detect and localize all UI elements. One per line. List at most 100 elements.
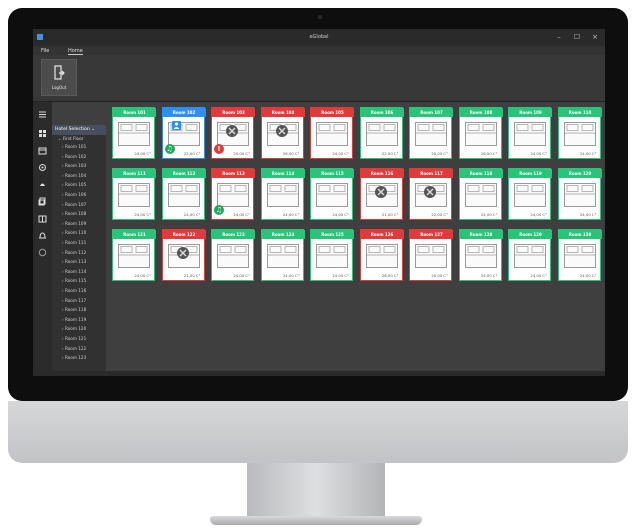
logout-button[interactable]: LogOut bbox=[41, 59, 77, 96]
room-card[interactable]: Room 119 24,00 C° bbox=[508, 168, 552, 220]
hotel-tree: Hotel Selection ⌄ ⌄ First Floor › Room 1… bbox=[52, 125, 106, 371]
tree-room-item[interactable]: › Room 106 bbox=[62, 192, 86, 197]
copy-icon[interactable] bbox=[37, 196, 48, 207]
room-card-title: Room 102 bbox=[162, 108, 206, 117]
room-temperature: 22,00 C° bbox=[431, 212, 448, 217]
room-card[interactable]: Room 103! 20,00 C° bbox=[211, 107, 255, 159]
room-card-title: Room 125 bbox=[311, 230, 354, 239]
tree-room-item[interactable]: › Room 123 bbox=[62, 355, 86, 360]
tree-room-item[interactable]: › Room 118 bbox=[62, 307, 86, 312]
room-card[interactable]: Room 130 24,00 C° bbox=[557, 229, 602, 281]
tree-room-label: Room 122 bbox=[65, 345, 87, 351]
maximize-button[interactable]: ☐ bbox=[571, 32, 583, 42]
service-icon[interactable] bbox=[37, 179, 48, 190]
room-card[interactable]: Room 115 24,00 C° bbox=[310, 168, 354, 220]
room-card[interactable]: Room 113 ♫ 24,00 C° bbox=[211, 168, 255, 220]
room-card[interactable]: Room 106 22,00 C° bbox=[359, 107, 404, 159]
camera-dot bbox=[318, 15, 322, 19]
room-card[interactable]: Room 117 22,00 C° bbox=[409, 168, 453, 220]
tree-room-item[interactable]: › Room 119 bbox=[62, 317, 86, 322]
tree-room-item[interactable]: › Room 110 bbox=[62, 230, 86, 235]
tree-room-item[interactable]: › Room 114 bbox=[62, 269, 86, 274]
tree-room-item[interactable]: › Room 105 bbox=[62, 182, 86, 187]
room-card[interactable]: Room 129 24,00 C° bbox=[508, 229, 552, 281]
bed-icon bbox=[316, 183, 348, 207]
tree-room-item[interactable]: › Room 116 bbox=[62, 288, 86, 293]
logs-icon[interactable] bbox=[37, 247, 48, 258]
tree-room-item[interactable]: › Room 111 bbox=[62, 240, 86, 245]
tree-room-item[interactable]: › Room 117 bbox=[62, 298, 86, 303]
room-temperature: 20,00 C° bbox=[431, 151, 448, 156]
room-card[interactable]: Room 126 26,00 C° bbox=[359, 229, 404, 281]
room-card[interactable]: Room 104 26,00 C° bbox=[260, 107, 305, 159]
tree-room-label: Room 120 bbox=[65, 326, 87, 332]
tree-room-item[interactable]: › Room 115 bbox=[62, 278, 86, 283]
room-card[interactable]: Room 121 24,00 C° bbox=[112, 229, 156, 281]
tree-floor[interactable]: ⌄ First Floor bbox=[58, 136, 83, 141]
room-card[interactable]: Room 111 24,00 C° bbox=[112, 168, 156, 220]
guest-icon bbox=[424, 186, 436, 198]
guest-icon bbox=[374, 186, 387, 198]
building-icon[interactable] bbox=[37, 213, 48, 224]
tree-room-item[interactable]: › Room 120 bbox=[62, 326, 86, 331]
bed-icon bbox=[514, 183, 546, 207]
tree-room-item[interactable]: › Room 108 bbox=[62, 211, 86, 216]
room-card[interactable]: Room 105 24,00 C° bbox=[310, 107, 354, 159]
room-card[interactable]: Room 107 20,00 C° bbox=[409, 107, 453, 159]
room-card[interactable]: Room 128 24,00 C° bbox=[458, 229, 503, 281]
menu-file[interactable]: File bbox=[41, 48, 49, 54]
room-card-title: Room 110 bbox=[558, 108, 602, 117]
room-card-title: Room 113 bbox=[212, 169, 255, 178]
tree-room-item[interactable]: › Room 113 bbox=[62, 259, 86, 264]
tree-room-label: Room 113 bbox=[65, 259, 87, 265]
bell-icon[interactable] bbox=[37, 230, 48, 241]
tree-room-item[interactable]: › Room 101 bbox=[62, 144, 86, 149]
close-button[interactable]: × bbox=[589, 32, 601, 42]
tree-room-item[interactable]: › Room 112 bbox=[62, 250, 86, 255]
tree-room-item[interactable]: › Room 104 bbox=[62, 173, 86, 178]
room-card[interactable]: Room 110 24,00 C° bbox=[557, 107, 602, 159]
bed-icon bbox=[514, 122, 546, 146]
tree-room-item[interactable]: › Room 102 bbox=[62, 154, 86, 159]
settings-icon[interactable] bbox=[37, 162, 48, 173]
tree-room-item[interactable]: › Room 107 bbox=[62, 202, 86, 207]
tree-room-item[interactable]: › Room 103 bbox=[62, 163, 86, 168]
bed-icon bbox=[217, 244, 249, 268]
room-card[interactable]: Room 108 26,00 C° bbox=[458, 107, 503, 159]
calendar-icon[interactable] bbox=[37, 145, 48, 156]
room-card[interactable]: Room 118 24,00 C° bbox=[458, 168, 503, 220]
room-card[interactable]: Room 102 ♫ 22,00 C° bbox=[161, 107, 206, 159]
tree-room-label: Room 101 bbox=[65, 144, 87, 149]
grid-icon[interactable] bbox=[37, 128, 48, 139]
menu-home[interactable]: Home bbox=[68, 48, 83, 55]
bed-icon bbox=[415, 244, 447, 268]
room-card[interactable]: Room 114 24,00 C° bbox=[260, 168, 305, 220]
tree-room-item[interactable]: › Room 109 bbox=[62, 221, 86, 226]
room-card[interactable]: Room 109 24,00 C° bbox=[508, 107, 552, 159]
menu-bar: File Home bbox=[33, 46, 605, 55]
tree-header[interactable]: Hotel Selection ⌄ bbox=[52, 125, 106, 135]
tree-room-label: Room 108 bbox=[65, 211, 87, 217]
room-temperature: 24,00 C° bbox=[480, 212, 498, 217]
room-card[interactable]: Room 125 24,00 C° bbox=[310, 229, 354, 281]
room-temperature: 24,00 C° bbox=[579, 151, 597, 156]
tree-room-label: Room 114 bbox=[65, 268, 87, 274]
room-card[interactable]: Room 123 24,00 C° bbox=[211, 229, 255, 281]
room-card[interactable]: Room 116 21,00 C° bbox=[359, 168, 404, 220]
room-card[interactable]: Room 112 24,00 C° bbox=[161, 168, 206, 220]
room-card[interactable]: Room 122 21,00 C° bbox=[161, 229, 206, 281]
room-card[interactable]: Room 120 24,00 C° bbox=[557, 168, 602, 220]
tree-room-label: Room 112 bbox=[65, 249, 87, 255]
room-card-title: Room 101 bbox=[113, 108, 156, 117]
room-card[interactable]: Room 101 24,00 C° bbox=[112, 107, 156, 159]
room-card[interactable]: Room 124 24,00 C° bbox=[260, 229, 305, 281]
room-card-title: Room 127 bbox=[410, 230, 453, 239]
room-temperature: 24,00 C° bbox=[480, 273, 498, 278]
room-card[interactable]: Room 127 20,00 C° bbox=[409, 229, 453, 281]
menu-icon[interactable] bbox=[37, 109, 48, 120]
tree-room-item[interactable]: › Room 121 bbox=[62, 336, 86, 341]
minimize-button[interactable]: – bbox=[553, 32, 565, 42]
room-temperature: 26,00 C° bbox=[381, 273, 399, 278]
bed-icon bbox=[118, 244, 150, 268]
tree-room-item[interactable]: › Room 122 bbox=[62, 346, 86, 351]
